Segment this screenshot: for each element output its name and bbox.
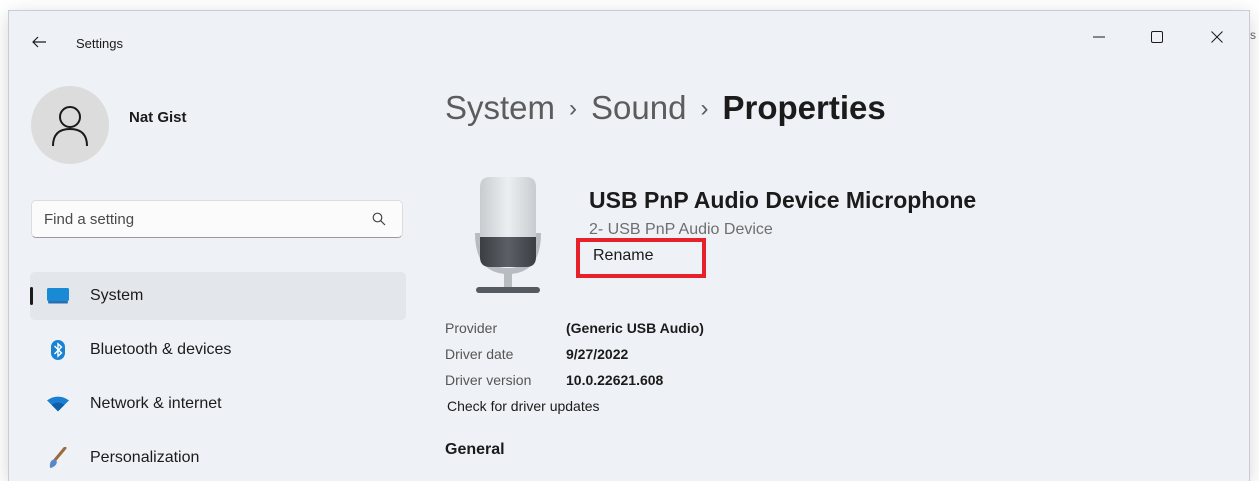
close-button[interactable] <box>1197 21 1237 53</box>
driver-date-label: Driver date <box>445 346 514 362</box>
page-title: Properties <box>722 89 886 126</box>
minimize-button[interactable] <box>1079 21 1119 53</box>
sidebar-item-bluetooth[interactable]: Bluetooth & devices <box>30 326 406 374</box>
sidebar-item-label: Personalization <box>90 449 200 466</box>
background-text-fragment: s <box>1250 28 1256 42</box>
back-arrow-icon[interactable] <box>31 34 47 50</box>
device-name: USB PnP Audio Device Microphone <box>589 187 977 213</box>
app-title: Settings <box>76 36 123 51</box>
driver-version-label: Driver version <box>445 372 532 388</box>
sidebar-item-personalization[interactable]: Personalization <box>30 434 406 481</box>
driver-version-value: 10.0.22621.608 <box>566 372 664 388</box>
sidebar-item-system[interactable]: System <box>30 272 406 320</box>
minimize-icon <box>1093 36 1105 38</box>
breadcrumb-system[interactable]: System <box>445 89 555 126</box>
sidebar-item-network[interactable]: Network & internet <box>30 380 406 428</box>
microphone-icon <box>475 177 541 293</box>
driver-date-value: 9/27/2022 <box>566 346 629 362</box>
check-driver-updates-link[interactable]: Check for driver updates <box>447 398 600 414</box>
sidebar-item-label: Network & internet <box>90 395 222 412</box>
breadcrumb-separator: › <box>569 95 578 122</box>
search-input[interactable] <box>44 201 364 237</box>
system-icon <box>47 286 69 306</box>
section-heading-general: General <box>445 441 505 458</box>
avatar[interactable] <box>31 86 109 164</box>
settings-window: Settings Nat Gist System <box>9 11 1249 481</box>
search-icon[interactable] <box>372 212 386 226</box>
brush-icon <box>47 447 69 468</box>
breadcrumb: System › Sound › Properties <box>445 89 886 127</box>
close-icon <box>1211 31 1223 43</box>
search-box[interactable] <box>31 200 403 238</box>
active-indicator <box>30 287 33 305</box>
user-name: Nat Gist <box>129 109 187 126</box>
breadcrumb-sound[interactable]: Sound <box>591 89 686 126</box>
user-icon <box>52 106 88 147</box>
rename-link[interactable]: Rename <box>593 247 653 265</box>
provider-label: Provider <box>445 320 498 336</box>
maximize-icon <box>1151 31 1163 43</box>
maximize-button[interactable] <box>1137 21 1177 53</box>
sidebar-item-label: Bluetooth & devices <box>90 341 232 358</box>
breadcrumb-separator: › <box>700 95 709 122</box>
sidebar-item-label: System <box>90 287 144 304</box>
bluetooth-icon <box>47 340 69 360</box>
wifi-icon <box>47 394 69 414</box>
device-subtitle: 2- USB PnP Audio Device <box>589 221 773 238</box>
provider-value: (Generic USB Audio) <box>566 320 704 336</box>
